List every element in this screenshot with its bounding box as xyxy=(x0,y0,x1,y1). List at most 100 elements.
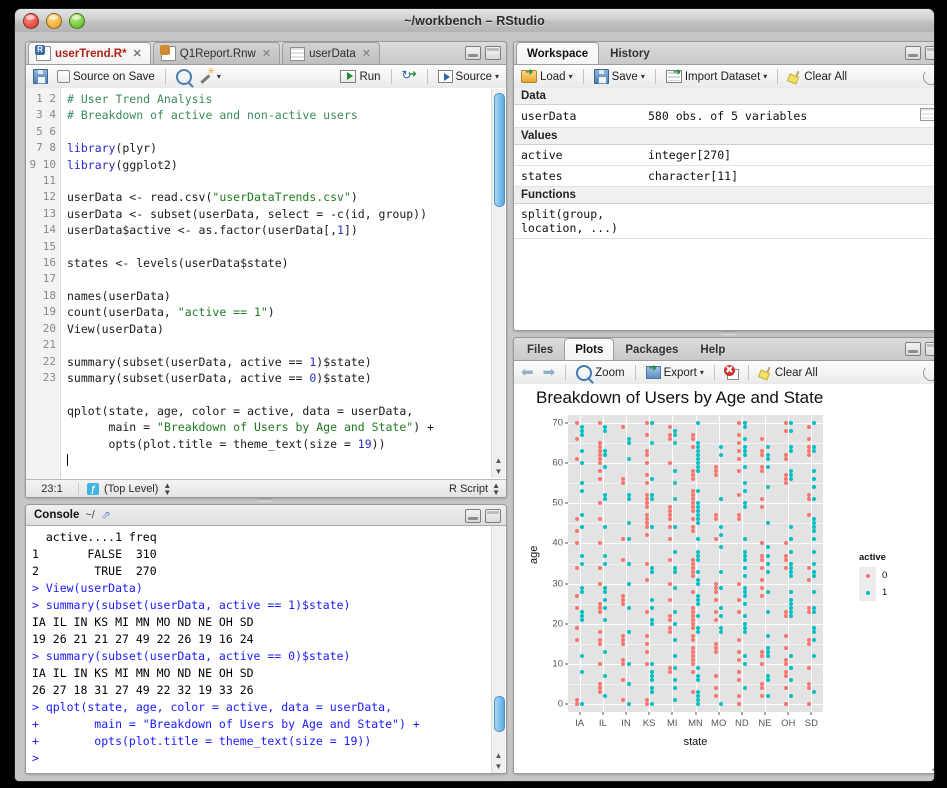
data-point xyxy=(621,642,625,646)
workspace-row[interactable]: userData580 obs. of 5 variables xyxy=(514,105,935,128)
code-text-area[interactable]: # User Trend Analysis # Breakdown of act… xyxy=(61,88,506,479)
data-point xyxy=(598,642,602,646)
source-tab-q1report[interactable]: Q1Report.Rnw ✕ xyxy=(153,42,280,64)
y-axis-tick-label: 20 xyxy=(552,618,563,629)
data-point xyxy=(668,517,672,521)
scroll-down-button[interactable]: ▼ xyxy=(492,466,505,477)
toolbar-divider xyxy=(565,365,566,380)
code-tools-button[interactable]: ▾ xyxy=(199,69,223,84)
close-icon[interactable]: ✕ xyxy=(133,47,142,60)
workspace-row[interactable]: activeinteger[270] xyxy=(514,145,935,166)
data-point xyxy=(650,662,654,666)
minimize-button[interactable] xyxy=(46,13,62,29)
data-point xyxy=(575,638,579,642)
source-tab-userdata[interactable]: userData ✕ xyxy=(282,42,380,64)
next-plot-button[interactable]: ➡ xyxy=(541,364,558,381)
zoom-plot-button[interactable]: Zoom xyxy=(574,364,626,382)
code-editor[interactable]: 1 2 3 4 5 6 7 8 9 10 11 12 13 14 15 16 1… xyxy=(26,88,506,479)
tab-help[interactable]: Help xyxy=(689,338,736,360)
data-point xyxy=(737,702,741,706)
workspace-section-header: Data xyxy=(514,88,935,105)
scroll-down-button[interactable]: ▼ xyxy=(492,761,505,772)
tab-plots[interactable]: Plots xyxy=(564,338,614,360)
data-point xyxy=(673,433,677,437)
view-table-icon[interactable] xyxy=(920,108,935,121)
tab-files[interactable]: Files xyxy=(516,338,564,360)
data-point xyxy=(598,541,602,545)
resize-handle[interactable] xyxy=(932,759,935,771)
data-point xyxy=(645,610,649,614)
data-point xyxy=(696,578,700,582)
console-vertical-scrollbar[interactable]: ▲ ▼ xyxy=(491,526,505,773)
data-point xyxy=(789,606,793,610)
run-icon xyxy=(340,70,356,83)
refresh-plot-button[interactable] xyxy=(921,364,935,382)
panel-minimize-button[interactable] xyxy=(465,46,481,60)
scrollbar-thumb[interactable] xyxy=(494,696,505,732)
tab-label: Plots xyxy=(575,344,603,356)
run-button[interactable]: Run xyxy=(338,69,382,84)
panel-maximize-button[interactable] xyxy=(925,46,935,60)
data-point xyxy=(673,586,677,590)
tab-packages[interactable]: Packages xyxy=(614,338,689,360)
data-point xyxy=(575,421,579,425)
scrollbar-thumb[interactable] xyxy=(494,93,505,207)
open-directory-icon[interactable]: ⇗ xyxy=(101,508,111,522)
scroll-up-button[interactable]: ▲ xyxy=(492,750,505,761)
source-tab-userTrend[interactable]: userTrend.R* ✕ xyxy=(28,42,151,64)
data-point xyxy=(807,666,811,670)
previous-plot-button[interactable]: ⬅ xyxy=(519,364,536,381)
legend-key xyxy=(859,567,876,584)
source-button[interactable]: Source ▾ xyxy=(436,69,501,84)
panel-maximize-button[interactable] xyxy=(925,342,935,356)
editor-vertical-scrollbar[interactable]: ▲ ▼ xyxy=(491,89,505,478)
data-point xyxy=(812,690,816,694)
vertical-splitter-right[interactable] xyxy=(513,329,935,337)
workspace-view-cell xyxy=(913,166,935,187)
panel-maximize-button[interactable] xyxy=(485,509,501,523)
panel-minimize-button[interactable] xyxy=(905,46,921,60)
console-output[interactable]: active....1 freq 1 FALSE 310 2 TRUE 270 … xyxy=(26,526,492,773)
data-point xyxy=(766,554,770,558)
clear-all-plots-button[interactable]: Clear All xyxy=(757,366,820,380)
panel-minimize-button[interactable] xyxy=(465,509,481,523)
export-plot-button[interactable]: Export ▾ xyxy=(644,365,706,380)
close-icon[interactable]: ✕ xyxy=(262,47,271,60)
data-point xyxy=(603,694,607,698)
find-button[interactable] xyxy=(174,68,194,86)
data-point xyxy=(807,513,811,517)
workspace-row[interactable]: statescharacter[11] xyxy=(514,166,935,187)
data-point xyxy=(575,594,579,598)
source-toolbar: Source on Save ▾ Run xyxy=(26,65,506,89)
data-point xyxy=(737,449,741,453)
close-icon[interactable]: ✕ xyxy=(362,47,371,60)
clear-all-button[interactable]: Clear All xyxy=(786,70,849,84)
tab-workspace[interactable]: Workspace xyxy=(516,42,599,64)
scroll-up-button[interactable]: ▲ xyxy=(492,455,505,466)
data-point xyxy=(580,702,584,706)
import-dataset-button[interactable]: Import Dataset ▾ xyxy=(664,69,769,84)
tab-history[interactable]: History xyxy=(599,42,661,64)
data-point xyxy=(645,578,649,582)
panel-maximize-button[interactable] xyxy=(485,46,501,60)
close-button[interactable] xyxy=(23,13,39,29)
data-point xyxy=(766,654,770,658)
data-point xyxy=(812,570,816,574)
file-type-label: R Script xyxy=(449,483,488,495)
refresh-button[interactable] xyxy=(921,68,935,86)
workspace-row[interactable]: split(group, location, ...) xyxy=(514,204,935,239)
source-on-save-checkbox[interactable]: Source on Save xyxy=(55,69,157,84)
file-type-selector[interactable]: R Script ▲▼ xyxy=(449,482,506,496)
data-point xyxy=(645,642,649,646)
load-button[interactable]: Load ▾ xyxy=(519,69,575,84)
data-point xyxy=(719,533,723,537)
save-workspace-button[interactable]: Save ▾ xyxy=(592,68,647,85)
vertical-splitter-left[interactable] xyxy=(25,496,505,504)
scope-selector[interactable]: ƒ (Top Level) ▲▼ xyxy=(79,482,449,496)
save-button[interactable] xyxy=(31,68,50,85)
rerun-button[interactable] xyxy=(400,70,419,84)
data-point xyxy=(812,449,816,453)
panel-minimize-button[interactable] xyxy=(905,342,921,356)
zoom-button[interactable] xyxy=(69,13,85,29)
remove-plot-button[interactable] xyxy=(723,366,740,380)
